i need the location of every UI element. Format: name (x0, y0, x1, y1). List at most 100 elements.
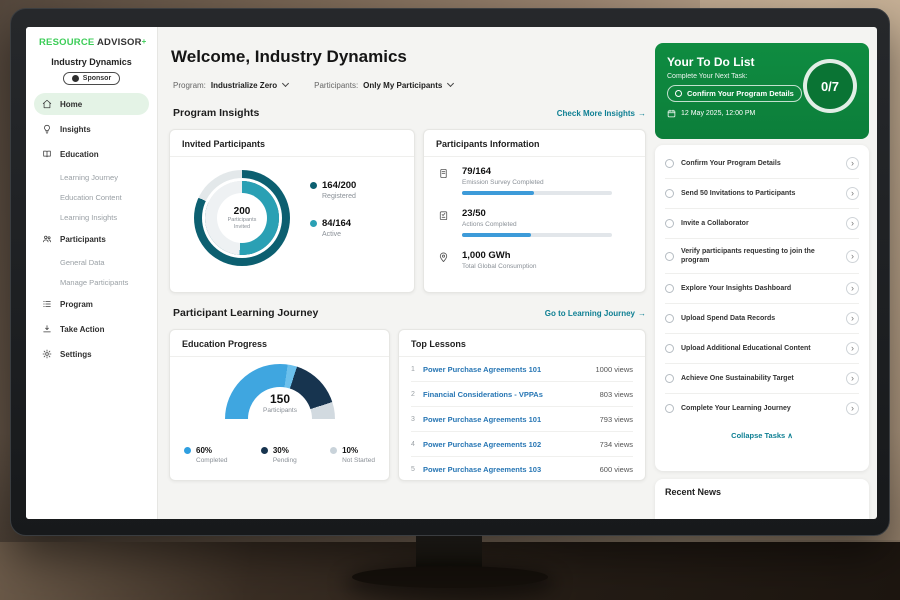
registered-value: 164/200 (322, 180, 356, 191)
education-gauge-chart: 150 Participants (225, 364, 335, 440)
task-item[interactable]: Confirm Your Program Details › (665, 149, 859, 179)
arrow-right-icon: → (638, 309, 646, 318)
sidebar: RESOURCE ADVISOR+ Industry Dynamics Spon… (26, 27, 158, 519)
todo-next-task[interactable]: Confirm Your Program Details (667, 85, 802, 102)
sidebar-item-insights[interactable]: Insights (34, 118, 149, 140)
invited-participants-title: Invited Participants (170, 130, 414, 157)
lesson-link[interactable]: Power Purchase Agreements 103 (423, 465, 600, 474)
stat-global-consumption: 1,000 GWh Total Global Consumption (438, 250, 536, 270)
education-legend: 60% Completed 30% Pending 10% Not Starte… (184, 446, 375, 464)
task-item[interactable]: Explore Your Insights Dashboard › (665, 274, 859, 304)
sidebar-item-label: Participants (60, 235, 106, 244)
lesson-link[interactable]: Power Purchase Agreements 102 (423, 440, 600, 449)
sidebar-item-participants[interactable]: Participants (34, 228, 149, 250)
lesson-views: 793 views (600, 415, 633, 424)
completed-pct: 60% (196, 446, 212, 455)
task-checkbox-icon[interactable] (665, 219, 674, 228)
chevron-right-icon[interactable]: › (846, 250, 859, 263)
task-item[interactable]: Achieve One Sustainability Target › (665, 364, 859, 394)
task-checkbox-icon[interactable] (665, 189, 674, 198)
sidebar-item-label: Home (60, 100, 82, 109)
lesson-views: 600 views (600, 465, 633, 474)
check-more-insights-label: Check More Insights (557, 109, 635, 118)
sidebar-item-learning-insights[interactable]: Learning Insights (34, 208, 149, 227)
sidebar-item-label: Education Content (60, 193, 122, 202)
emission-survey-progressbar (462, 191, 612, 195)
task-checkbox-icon[interactable] (665, 314, 674, 323)
sidebar-item-label: Education (60, 150, 99, 159)
participants-filter-value: Only My Participants (363, 81, 442, 90)
task-item[interactable]: Upload Spend Data Records › (665, 304, 859, 334)
lesson-rank: 3 (411, 416, 423, 423)
participants-information-title: Participants Information (424, 130, 645, 157)
lesson-rank: 2 (411, 391, 423, 398)
lesson-link[interactable]: Financial Considerations - VPPAs (423, 390, 600, 399)
chevron-right-icon[interactable]: › (846, 187, 859, 200)
task-checkbox-icon[interactable] (665, 159, 674, 168)
todo-next-task-label: Confirm Your Program Details (687, 89, 794, 98)
chevron-right-icon[interactable]: › (846, 402, 859, 415)
program-filter[interactable]: Program:Industrialize Zero (173, 81, 288, 90)
todo-due-text: 12 May 2025, 12:00 PM (681, 110, 755, 117)
sidebar-item-home[interactable]: Home (34, 93, 149, 115)
collapse-tasks-label: Collapse Tasks (731, 431, 785, 440)
sidebar-item-education[interactable]: Education (34, 143, 149, 165)
task-checkbox-icon[interactable] (665, 374, 674, 383)
task-checkbox-icon[interactable] (665, 252, 674, 261)
lesson-rank: 1 (411, 366, 423, 373)
logo-resource: RESOURCE (39, 37, 94, 48)
education-progress-title: Education Progress (170, 330, 389, 357)
logo-advisor: ADVISOR (97, 37, 142, 48)
chevron-right-icon[interactable]: › (846, 342, 859, 355)
legend-active: 84/164 Active (310, 218, 356, 238)
task-item[interactable]: Invite a Collaborator › (665, 209, 859, 239)
invited-center-label: Participants Invited (221, 217, 263, 230)
task-label: Send 50 Invitations to Participants (681, 189, 839, 198)
top-lessons-title: Top Lessons (399, 330, 645, 357)
sidebar-item-manage-participants[interactable]: Manage Participants (34, 273, 149, 292)
sidebar-item-learning-journey[interactable]: Learning Journey (34, 168, 149, 187)
task-label: Upload Spend Data Records (681, 314, 839, 323)
program-insights-header: Program Insights Check More Insights→ (173, 107, 646, 119)
chevron-down-icon (447, 80, 454, 87)
collapse-tasks-link[interactable]: Collapse Tasks ∧ (665, 423, 859, 448)
task-checkbox-icon[interactable] (665, 344, 674, 353)
location-pin-icon (438, 252, 449, 263)
chevron-right-icon[interactable]: › (846, 282, 859, 295)
sidebar-item-label: Manage Participants (60, 278, 128, 287)
chevron-right-icon[interactable]: › (846, 372, 859, 385)
lesson-link[interactable]: Power Purchase Agreements 101 (423, 365, 595, 374)
sidebar-item-education-content[interactable]: Education Content (34, 188, 149, 207)
lesson-link[interactable]: Power Purchase Agreements 101 (423, 415, 600, 424)
learning-journey-header: Participant Learning Journey Go to Learn… (173, 307, 646, 319)
task-item[interactable]: Verify participants requesting to join t… (665, 239, 859, 274)
sponsor-badge: Sponsor (63, 72, 120, 85)
go-to-learning-journey-link[interactable]: Go to Learning Journey→ (545, 309, 646, 318)
check-more-insights-link[interactable]: Check More Insights→ (557, 109, 646, 118)
pending-pct: 30% (273, 446, 289, 455)
not-started-label: Not Started (342, 457, 375, 464)
sidebar-item-general-data[interactable]: General Data (34, 253, 149, 272)
program-filter-label: Program: (173, 81, 206, 90)
actions-completed-label: Actions Completed (462, 221, 612, 228)
chevron-right-icon[interactable]: › (846, 217, 859, 230)
lesson-rank: 5 (411, 466, 423, 473)
todo-progress-ring: 0/7 (803, 59, 857, 113)
todo-summary-card: Your To Do List Complete Your Next Task:… (655, 43, 869, 139)
task-checkbox-icon[interactable] (665, 404, 674, 413)
task-item[interactable]: Upload Additional Educational Content › (665, 334, 859, 364)
sidebar-item-settings[interactable]: Settings (34, 343, 149, 365)
participants-filter[interactable]: Participants:Only My Participants (314, 81, 453, 90)
task-checkbox-icon[interactable] (665, 284, 674, 293)
sidebar-item-program[interactable]: Program (34, 293, 149, 315)
chevron-right-icon[interactable]: › (846, 312, 859, 325)
sidebar-nav: Home Insights Education Learning Journey (26, 85, 157, 365)
task-label: Confirm Your Program Details (681, 159, 839, 168)
task-item[interactable]: Complete Your Learning Journey › (665, 394, 859, 423)
emission-survey-label: Emission Survey Completed (462, 179, 612, 186)
invited-donut-center: 200 Participants Invited (217, 193, 267, 243)
calendar-icon (667, 109, 676, 118)
task-item[interactable]: Send 50 Invitations to Participants › (665, 179, 859, 209)
sidebar-item-take-action[interactable]: Take Action (34, 318, 149, 340)
chevron-right-icon[interactable]: › (846, 157, 859, 170)
